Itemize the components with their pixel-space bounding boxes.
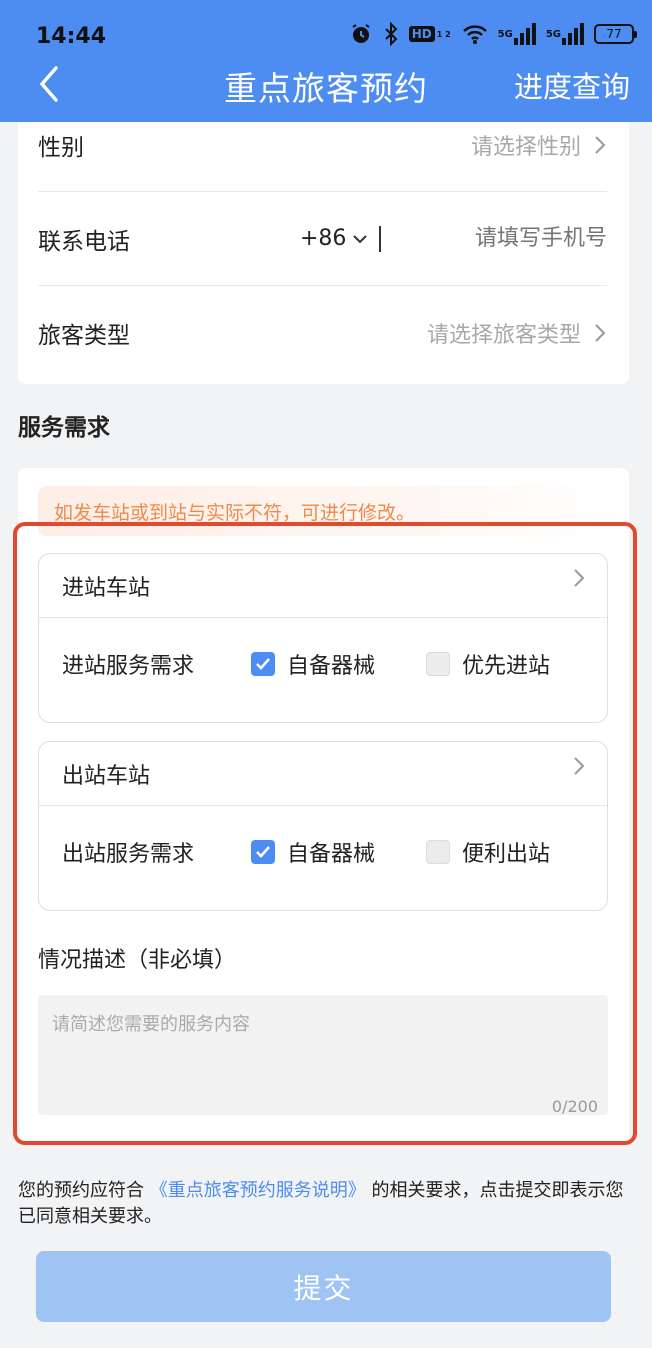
exit-station-box: 出站车站 出站服务需求 自备器械 便利出站 xyxy=(38,741,608,911)
passenger-type-row[interactable]: 旅客类型 请选择旅客类型 xyxy=(38,286,607,380)
entry-station-box: 进站车站 进站服务需求 自备器械 优先进站 xyxy=(38,553,608,723)
phone-separator xyxy=(379,225,381,252)
phone-label: 联系电话 xyxy=(38,228,130,255)
agreement-prefix: 您的预约应符合 xyxy=(18,1180,144,1201)
hd-icon: HD 1 2 xyxy=(408,26,452,42)
submit-button[interactable]: 提交 xyxy=(36,1251,611,1322)
country-code-select[interactable]: +86 xyxy=(300,226,368,251)
wifi-icon xyxy=(462,23,488,45)
personal-info-card: 性别 请选择性别 联系电话 +86 旅客类型 请选择旅客类型 xyxy=(18,122,629,384)
station-notice: 如发车站或到站与实际不符，可进行修改。 xyxy=(38,486,607,536)
exit-own-equipment-checkbox[interactable]: 自备器械 xyxy=(251,836,375,868)
chevron-right-icon xyxy=(595,324,606,342)
exit-station-label: 出站车站 xyxy=(62,763,151,789)
entry-need-row: 进站服务需求 自备器械 优先进站 xyxy=(39,618,607,722)
chevron-right-icon xyxy=(595,135,606,154)
checkbox-checked-icon xyxy=(251,840,275,864)
signal-1-icon: 5G xyxy=(498,23,536,45)
entry-option1-label: 自备器械 xyxy=(287,654,376,679)
signal-2-icon: 5G xyxy=(546,23,584,45)
entry-option2-label: 优先进站 xyxy=(462,654,551,679)
entry-own-equipment-checkbox[interactable]: 自备器械 xyxy=(251,648,375,680)
checkbox-checked-icon xyxy=(251,652,275,676)
entry-need-label: 进站服务需求 xyxy=(62,654,195,679)
status-time: 14:44 xyxy=(36,24,107,49)
description-label: 情况描述（非必填） xyxy=(38,948,237,973)
description-counter: 0/200 xyxy=(551,1097,598,1116)
phone-row: 联系电话 +86 xyxy=(38,192,607,286)
chevron-down-icon xyxy=(353,234,368,243)
status-icons: HD 1 2 5G 5G 77 xyxy=(349,22,637,46)
agreement-text: 您的预约应符合 《重点旅客预约服务说明》 的相关要求，点击提交即表示您已同意相关… xyxy=(18,1178,638,1230)
entry-station-select[interactable]: 进站车站 xyxy=(39,554,607,618)
exit-option1-label: 自备器械 xyxy=(287,842,376,867)
passenger-type-placeholder: 请选择旅客类型 xyxy=(426,323,581,348)
gender-placeholder: 请选择性别 xyxy=(470,134,581,160)
checkbox-unchecked-icon xyxy=(426,652,450,676)
entry-priority-checkbox[interactable]: 优先进站 xyxy=(426,648,550,680)
exit-station-select[interactable]: 出站车站 xyxy=(39,742,607,806)
service-section-title: 服务需求 xyxy=(18,415,110,441)
entry-station-label: 进站车站 xyxy=(62,575,151,601)
bluetooth-icon xyxy=(383,22,399,46)
gender-row[interactable]: 性别 请选择性别 xyxy=(38,98,607,192)
chevron-right-icon xyxy=(574,757,585,775)
gender-label: 性别 xyxy=(38,134,84,161)
passenger-type-label: 旅客类型 xyxy=(38,323,130,349)
exit-convenience-checkbox[interactable]: 便利出站 xyxy=(426,836,550,868)
phone-input[interactable] xyxy=(407,226,607,251)
chevron-right-icon xyxy=(574,569,585,587)
alarm-icon xyxy=(349,22,373,46)
service-terms-link[interactable]: 《重点旅客预约服务说明》 xyxy=(150,1180,366,1201)
exit-need-row: 出站服务需求 自备器械 便利出站 xyxy=(39,806,607,910)
exit-option2-label: 便利出站 xyxy=(462,842,551,867)
battery-icon: 77 xyxy=(594,24,637,44)
checkbox-unchecked-icon xyxy=(426,840,450,864)
description-placeholder: 请简述您需要的服务内容 xyxy=(52,1014,250,1035)
exit-need-label: 出站服务需求 xyxy=(62,842,195,867)
